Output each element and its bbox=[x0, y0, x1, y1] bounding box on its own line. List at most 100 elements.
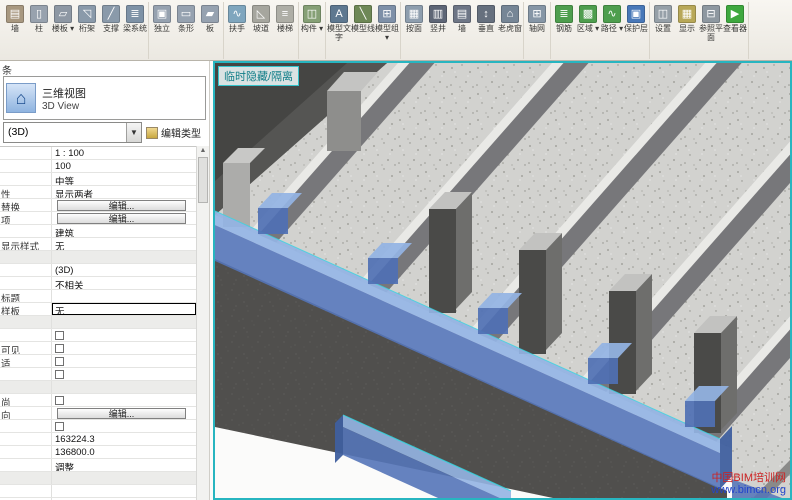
property-row: 适 bbox=[0, 355, 196, 368]
property-label bbox=[0, 264, 52, 276]
model-group-icon: ⊞ bbox=[378, 5, 396, 23]
property-label: 样板 bbox=[0, 303, 52, 315]
chevron-down-icon[interactable]: ▼ bbox=[126, 123, 141, 142]
view-selector-value: (3D) bbox=[4, 123, 126, 142]
panel-header: 条 bbox=[0, 61, 209, 75]
ribbon-tool-构件[interactable]: ◫构件 ▾ bbox=[300, 3, 324, 34]
ribbon-tool-label: 模型文字 bbox=[327, 25, 351, 43]
ribbon-tool-label: 参照平面 bbox=[699, 25, 723, 43]
checkbox[interactable] bbox=[55, 370, 64, 379]
property-value[interactable]: 调整 bbox=[52, 459, 196, 471]
property-value bbox=[52, 316, 196, 328]
property-row: 显示样式无 bbox=[0, 238, 196, 251]
ribbon-tool-label: 条形 bbox=[178, 25, 194, 34]
ribbon-tool-轴网[interactable]: ⊞轴网 bbox=[525, 3, 549, 34]
ribbon-tool-查看器[interactable]: ▶查看器 bbox=[723, 3, 747, 34]
ribbon-tool-墙[interactable]: ▤墙 bbox=[3, 3, 27, 34]
edit-type-button[interactable]: 编辑类型 bbox=[144, 122, 206, 143]
property-value bbox=[52, 251, 196, 263]
ribbon-tool-区域[interactable]: ▩区域 ▾ bbox=[576, 3, 600, 34]
ribbon-tool-label: 支撑 bbox=[103, 25, 119, 34]
top-upstand-beam[interactable] bbox=[327, 91, 361, 151]
property-value[interactable]: 163224.3 bbox=[52, 433, 196, 445]
scrollbar-thumb[interactable] bbox=[198, 157, 208, 203]
property-value[interactable]: 1 : 100 bbox=[52, 147, 196, 159]
ribbon-tool-参照平面[interactable]: ⊟ 参照平面 bbox=[699, 3, 723, 43]
ribbon-tool-显示[interactable]: ▦显示 bbox=[675, 3, 699, 34]
model-line-icon: ╲ bbox=[354, 5, 372, 23]
ribbon-group: ▣独立▭条形▰板 bbox=[149, 2, 224, 59]
viewport-3d[interactable]: 临时隐藏/隔离 bbox=[213, 61, 792, 500]
property-value[interactable]: 显示两者 bbox=[52, 186, 196, 198]
edit-button[interactable]: 编辑... bbox=[57, 213, 186, 224]
ribbon-tool-柱[interactable]: ▯柱 bbox=[27, 3, 51, 34]
ribbon-tool-支撑[interactable]: ╱支撑 bbox=[99, 3, 123, 34]
ribbon-tool-老虎窗[interactable]: ⌂老虎窗 bbox=[498, 3, 522, 34]
checkbox[interactable] bbox=[55, 357, 64, 366]
ribbon-tool-坡道[interactable]: ◺坡道 bbox=[249, 3, 273, 34]
ribbon-tool-梁系统[interactable]: ≣梁系统 bbox=[123, 3, 147, 34]
type-selector[interactable]: ⌂ 三维视图 3D View bbox=[3, 76, 206, 120]
opening-by-face-icon: ▦ bbox=[405, 5, 423, 23]
property-label: 标题 bbox=[0, 290, 52, 302]
ribbon-tool-桁架[interactable]: ◹桁架 bbox=[75, 3, 99, 34]
edit-button[interactable]: 编辑... bbox=[57, 408, 186, 419]
property-value[interactable] bbox=[52, 485, 196, 497]
property-row bbox=[0, 329, 196, 342]
property-value[interactable]: 中等 bbox=[52, 173, 196, 185]
ribbon-tool-保护层[interactable]: ▣保护层 bbox=[624, 3, 648, 34]
ribbon-tool-设置[interactable]: ◫设置 bbox=[651, 3, 675, 34]
temporary-hide-isolate-badge[interactable]: 临时隐藏/隔离 bbox=[218, 66, 299, 86]
property-label bbox=[0, 420, 52, 432]
property-row: 性显示两者 bbox=[0, 186, 196, 199]
property-label: 显示样式 bbox=[0, 238, 52, 250]
ribbon-tool-楼板[interactable]: ▱楼板 ▾ bbox=[51, 3, 75, 34]
ribbon-tool-条形[interactable]: ▭条形 bbox=[174, 3, 198, 34]
property-value[interactable]: (3D) bbox=[52, 264, 196, 276]
ribbon-tool-label: 坡道 bbox=[253, 25, 269, 34]
beam-system-icon: ≣ bbox=[126, 5, 144, 23]
edit-button[interactable]: 编辑... bbox=[57, 200, 186, 211]
ribbon-tool-钢筋[interactable]: ≣钢筋 bbox=[552, 3, 576, 34]
ribbon-tool-独立[interactable]: ▣独立 bbox=[150, 3, 174, 34]
property-row: 136800.0 bbox=[0, 446, 196, 459]
ribbon-tool-楼梯[interactable]: ≡楼梯 bbox=[273, 3, 297, 34]
property-value[interactable]: 建筑 bbox=[52, 225, 196, 237]
checkbox[interactable] bbox=[55, 422, 64, 431]
property-row bbox=[0, 472, 196, 485]
property-value[interactable]: 不相关 bbox=[52, 277, 196, 289]
property-value[interactable]: 无 bbox=[52, 238, 196, 250]
checkbox[interactable] bbox=[55, 344, 64, 353]
property-row bbox=[0, 251, 196, 264]
property-grid: 1 : 100100中等性显示两者替换编辑...项编辑...建筑显示样式无(3D… bbox=[0, 146, 196, 500]
property-value bbox=[52, 394, 196, 406]
ribbon-tool-模型文字[interactable]: A模型文字 bbox=[327, 3, 351, 43]
ribbon-tool-路径[interactable]: ∿路径 ▾ bbox=[600, 3, 624, 34]
property-value[interactable]: 无 bbox=[52, 303, 196, 315]
ribbon: ▤墙▯柱▱楼板 ▾◹桁架╱支撑≣梁系统▣独立▭条形▰板∿扶手◺坡道≡楼梯◫构件 … bbox=[0, 0, 792, 61]
property-value[interactable]: 136800.0 bbox=[52, 446, 196, 458]
ribbon-tool-按面[interactable]: ▦按面 bbox=[402, 3, 426, 34]
checkbox[interactable] bbox=[55, 396, 64, 405]
ribbon-tool-竖井[interactable]: ▥竖井 bbox=[426, 3, 450, 34]
watermark: 中国BIM培训网 www.bimcn.org bbox=[711, 472, 786, 497]
ribbon-tool-板[interactable]: ▰板 bbox=[198, 3, 222, 34]
properties-scrollbar[interactable]: ▲ bbox=[196, 146, 209, 500]
property-label: 可见 bbox=[0, 342, 52, 354]
ref-plane-icon: ⊟ bbox=[702, 5, 720, 23]
property-label bbox=[0, 173, 52, 185]
wall-icon: ▤ bbox=[6, 5, 24, 23]
property-label bbox=[0, 485, 52, 497]
ribbon-tool-墙[interactable]: ▤墙 bbox=[450, 3, 474, 34]
property-label bbox=[0, 147, 52, 159]
ribbon-tool-扶手[interactable]: ∿扶手 bbox=[225, 3, 249, 34]
viewport-3d-scene[interactable] bbox=[215, 63, 790, 498]
checkbox[interactable] bbox=[55, 331, 64, 340]
ribbon-tool-垂直[interactable]: ↕垂直 bbox=[474, 3, 498, 34]
ribbon-tool-模型线[interactable]: ╲模型线 bbox=[351, 3, 375, 34]
property-value[interactable]: 100 bbox=[52, 160, 196, 172]
property-value[interactable] bbox=[52, 290, 196, 302]
ribbon-tool-模型组[interactable]: ⊞模型组 ▾ bbox=[375, 3, 399, 43]
property-label: 替换 bbox=[0, 199, 52, 211]
view-selector-dropdown[interactable]: (3D) ▼ bbox=[3, 122, 142, 143]
